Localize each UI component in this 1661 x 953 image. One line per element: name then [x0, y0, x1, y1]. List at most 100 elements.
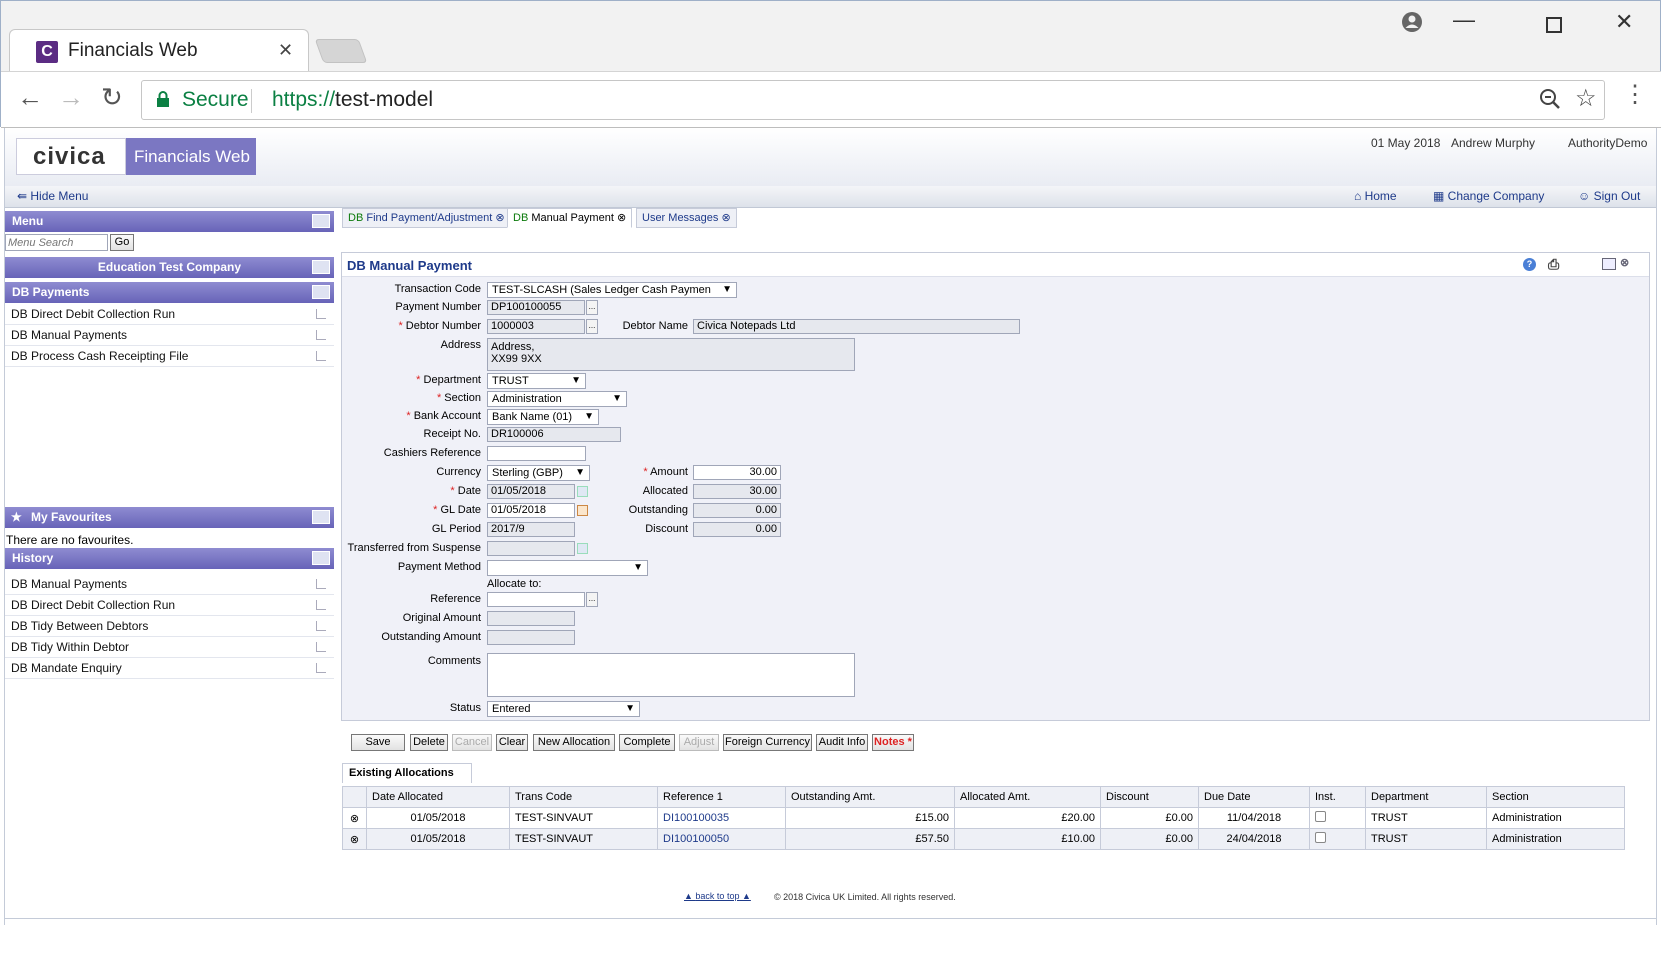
close-window-icon[interactable]: ✕ — [1615, 9, 1633, 35]
open-external-icon[interactable] — [316, 579, 326, 589]
window-pin-icon[interactable] — [1602, 258, 1616, 270]
inst-checkbox[interactable] — [1315, 811, 1326, 822]
history-item[interactable]: DB Mandate Enquiry — [5, 658, 334, 679]
status-select[interactable]: Entered ▼ — [487, 701, 640, 717]
address-bar[interactable]: Secure https://test-model ☆ — [141, 80, 1605, 120]
open-external-icon[interactable] — [316, 351, 326, 361]
original-amount-field[interactable] — [487, 611, 575, 626]
payment-lookup-button[interactable]: ... — [586, 300, 598, 315]
open-external-icon[interactable] — [316, 621, 326, 631]
menu-search-input[interactable] — [5, 234, 108, 251]
open-external-icon[interactable] — [316, 330, 326, 340]
close-tab-icon[interactable]: ⊗ — [617, 212, 626, 224]
payment-number-field[interactable]: DP100100055 — [487, 300, 585, 315]
cell-reference-link[interactable]: DI100100035 — [657, 807, 786, 829]
minimize-icon[interactable]: — — [1453, 7, 1475, 33]
clear-button[interactable]: Clear — [496, 734, 528, 751]
outstanding-amount-field[interactable] — [487, 630, 575, 645]
table-row[interactable]: ⊗ 01/05/2018 TEST-SINVAUT DI100100035 £1… — [342, 807, 1625, 829]
address-field[interactable]: Address, XX99 9XX — [487, 338, 855, 371]
delete-button[interactable]: Delete — [410, 734, 448, 751]
help-icon[interactable]: ? — [1523, 258, 1536, 271]
panel-pin-icon[interactable] — [312, 260, 330, 274]
open-external-icon[interactable] — [316, 309, 326, 319]
change-company-link[interactable]: ▦ Change Company — [1433, 189, 1544, 203]
foreign-currency-button[interactable]: Foreign Currency — [723, 734, 812, 751]
browser-tab[interactable]: C Financials Web ✕ — [9, 29, 309, 71]
cashiers-reference-input[interactable] — [487, 446, 586, 461]
table-row[interactable]: ⊗ 01/05/2018 TEST-SINVAUT DI100100050 £5… — [342, 828, 1625, 850]
debtor-number-field[interactable]: 1000003 — [487, 319, 585, 334]
sidebar-item-manual-payments[interactable]: DB Manual Payments — [5, 325, 334, 346]
browser-menu-icon[interactable]: ⋮ — [1623, 82, 1647, 108]
maximize-icon[interactable] — [1546, 13, 1562, 39]
calendar-icon[interactable] — [577, 543, 588, 554]
sign-out-link[interactable]: ☺ Sign Out — [1578, 189, 1640, 203]
transferred-from-suspense-field[interactable] — [487, 541, 575, 556]
remove-allocation-icon[interactable]: ⊗ — [342, 828, 367, 850]
open-external-icon[interactable] — [316, 642, 326, 652]
close-tab-icon[interactable]: ✕ — [278, 40, 293, 61]
bank-account-select[interactable]: Bank Name (01) ▼ — [487, 409, 599, 425]
history-item[interactable]: DB Tidy Within Debtor — [5, 637, 334, 658]
department-select[interactable]: TRUST ▼ — [487, 373, 586, 389]
home-link[interactable]: ⌂ Home — [1354, 189, 1397, 203]
hide-menu-button[interactable]: ⇚ Hide Menu — [17, 189, 88, 203]
menu-search-go-button[interactable]: Go — [110, 234, 134, 251]
url-text[interactable]: https://test-model — [272, 88, 433, 112]
history-item[interactable]: DB Direct Debit Collection Run — [5, 595, 334, 616]
back-to-top-link[interactable]: ▲ back to top ▲ — [684, 891, 751, 901]
gl-date-input[interactable]: 01/05/2018 — [487, 503, 575, 518]
sidebar-item-process-cash[interactable]: DB Process Cash Receipting File — [5, 346, 334, 367]
history-item[interactable]: DB Manual Payments — [5, 574, 334, 595]
panel-pin-icon[interactable] — [312, 551, 330, 565]
new-tab-button[interactable] — [314, 39, 368, 63]
audit-info-button[interactable]: Audit Info — [816, 734, 868, 751]
zoom-icon[interactable] — [1538, 87, 1562, 114]
remove-allocation-icon[interactable]: ⊗ — [342, 807, 367, 829]
tab-manual-payment[interactable]: DB Manual Payment ⊗ — [507, 208, 633, 228]
cell-reference-link[interactable]: DI100100050 — [657, 828, 786, 850]
close-tab-icon[interactable]: ⊗ — [495, 212, 504, 224]
calendar-icon[interactable] — [577, 505, 588, 516]
print-icon[interactable]: ⎙ — [1548, 256, 1559, 273]
amount-input[interactable]: 30.00 — [693, 465, 781, 480]
receipt-no-field[interactable]: DR100006 — [487, 427, 621, 442]
allocated-field[interactable]: 30.00 — [693, 484, 781, 499]
history-item[interactable]: DB Tidy Between Debtors — [5, 616, 334, 637]
save-button[interactable]: Save — [351, 734, 405, 751]
cancel-button[interactable]: Cancel — [452, 734, 492, 751]
panel-pin-icon[interactable] — [312, 214, 330, 228]
date-field[interactable]: 01/05/2018 — [487, 484, 575, 499]
panel-pin-icon[interactable] — [312, 510, 330, 524]
sidebar-item-direct-debit[interactable]: DB Direct Debit Collection Run — [5, 304, 334, 325]
forward-icon[interactable]: → — [58, 84, 84, 110]
adjust-button[interactable]: Adjust — [679, 734, 719, 751]
close-form-icon[interactable]: ⊗ — [1620, 256, 1629, 269]
debtor-name-field[interactable]: Civica Notepads Ltd — [693, 319, 1020, 334]
complete-button[interactable]: Complete — [619, 734, 675, 751]
open-external-icon[interactable] — [316, 600, 326, 610]
section-select[interactable]: Administration ▼ — [487, 391, 627, 407]
outstanding-field[interactable]: 0.00 — [693, 503, 781, 518]
back-icon[interactable]: ← — [17, 84, 43, 110]
payment-method-select[interactable]: ▼ — [487, 560, 648, 576]
tab-user-messages[interactable]: User Messages ⊗ — [636, 208, 737, 228]
reference-lookup-button[interactable]: ... — [586, 592, 598, 607]
reference-input[interactable] — [487, 592, 585, 607]
profile-icon[interactable] — [1401, 11, 1423, 39]
calendar-icon[interactable] — [577, 486, 588, 497]
reload-icon[interactable]: ↻ — [101, 84, 123, 110]
gl-period-field[interactable]: 2017/9 — [487, 522, 575, 537]
notes-button[interactable]: Notes * — [872, 734, 914, 751]
bookmark-star-icon[interactable]: ☆ — [1575, 84, 1597, 113]
inst-checkbox[interactable] — [1315, 832, 1326, 843]
new-allocation-button[interactable]: New Allocation — [533, 734, 615, 751]
tab-find-payment[interactable]: DB Find Payment/Adjustment ⊗ — [342, 208, 511, 228]
debtor-lookup-button[interactable]: ... — [586, 319, 598, 334]
transaction-code-select[interactable]: TEST-SLCASH (Sales Ledger Cash Paymen ▼ — [487, 282, 737, 298]
currency-select[interactable]: Sterling (GBP) ▼ — [487, 465, 590, 481]
collapse-icon[interactable] — [312, 285, 330, 299]
close-tab-icon[interactable]: ⊗ — [721, 212, 730, 224]
open-external-icon[interactable] — [316, 663, 326, 673]
